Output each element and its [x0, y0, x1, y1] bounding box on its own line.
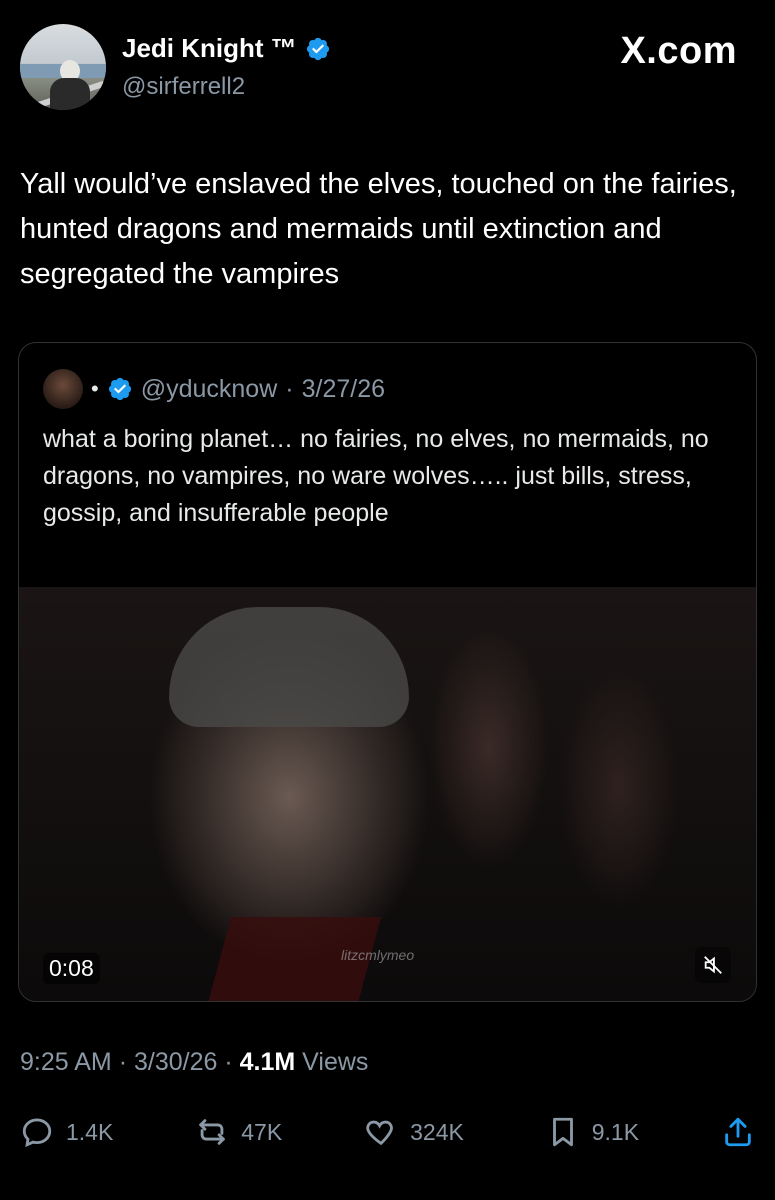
- like-count: 324K: [410, 1118, 464, 1145]
- quoted-text: what a boring planet… no fairies, no elv…: [43, 425, 709, 527]
- brand-label: X.com: [620, 30, 737, 72]
- quoted-date[interactable]: 3/27/26: [302, 375, 385, 404]
- mute-button[interactable]: [695, 947, 731, 983]
- bookmark-count: 9.1K: [591, 1118, 640, 1145]
- video-duration: 0:08: [43, 953, 100, 984]
- views-count: 4.1M: [239, 1048, 296, 1076]
- video-player[interactable]: 0:08 litzcmlymeo: [19, 587, 756, 1001]
- tweet-time[interactable]: 9:25 AM: [20, 1048, 112, 1076]
- repost-button[interactable]: 47K: [195, 1115, 282, 1149]
- reply-icon: [22, 1118, 52, 1148]
- like-icon: [366, 1120, 393, 1146]
- author-avatar[interactable]: [20, 24, 106, 110]
- quoted-separator: ·: [285, 374, 294, 403]
- tweet-meta: 9:25 AM · 3/30/26 · 4.1M Views: [20, 1048, 368, 1077]
- author-handle[interactable]: @sirferrell2: [122, 73, 245, 101]
- tweet-text: Yall would’ve enslaved the elves, touche…: [20, 168, 737, 290]
- share-button[interactable]: [721, 1115, 755, 1149]
- meta-separator: ·: [224, 1048, 233, 1076]
- tweet-date[interactable]: 3/30/26: [134, 1048, 217, 1076]
- quoted-avatar[interactable]: [43, 369, 83, 409]
- quoted-display-name: •: [91, 376, 99, 401]
- meta-separator: ·: [118, 1048, 128, 1076]
- verified-badge-icon: [108, 377, 131, 401]
- bookmark-icon: [552, 1117, 573, 1147]
- author-name[interactable]: Jedi Knight ™: [122, 33, 297, 64]
- action-bar: 1.4K 47K 324K 9.1K: [20, 1110, 755, 1154]
- quoted-header: • @yducknow · 3/27/26: [43, 369, 385, 409]
- repost-count: 47K: [241, 1118, 283, 1145]
- like-button[interactable]: 324K: [364, 1115, 464, 1149]
- mute-icon: [704, 956, 722, 974]
- bookmark-button[interactable]: 9.1K: [546, 1115, 639, 1149]
- repost-icon: [199, 1119, 225, 1145]
- video-watermark: litzcmlymeo: [341, 947, 415, 963]
- share-icon: [725, 1117, 751, 1147]
- views-label: Views: [302, 1048, 369, 1076]
- verified-badge-icon: [306, 37, 329, 60]
- quoted-handle[interactable]: @yducknow: [141, 375, 278, 404]
- reply-count: 1.4K: [66, 1118, 114, 1145]
- reply-button[interactable]: 1.4K: [20, 1115, 113, 1149]
- author-name-row: Jedi Knight ™: [122, 33, 331, 64]
- quoted-tweet[interactable]: • @yducknow · 3/27/26 what a boring planet…: [18, 342, 757, 1002]
